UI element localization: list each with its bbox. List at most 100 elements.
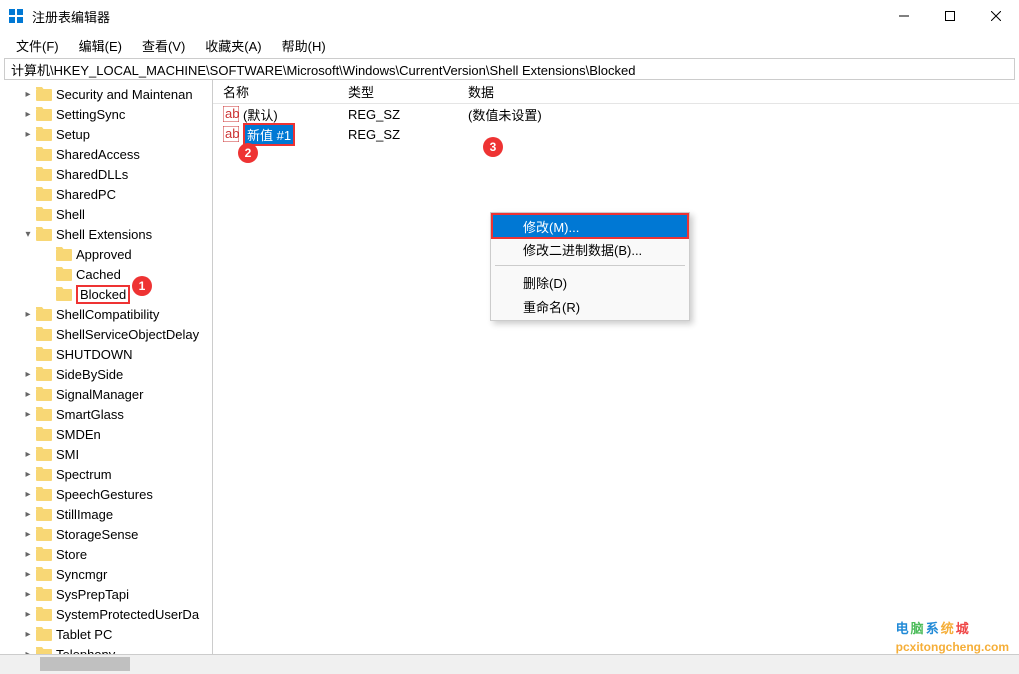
chevron-right-icon[interactable]: ▸ xyxy=(20,386,36,402)
menu-favorites[interactable]: 收藏夹(A) xyxy=(195,33,271,58)
chevron-down-icon[interactable]: ▾ xyxy=(20,226,36,242)
list-row[interactable]: (默认)REG_SZ(数值未设置) xyxy=(213,104,1019,124)
tree-item[interactable]: ▸SharedAccess xyxy=(0,144,212,164)
tree-item[interactable]: ▸SpeechGestures xyxy=(0,484,212,504)
tree-item[interactable]: ▸StillImage xyxy=(0,504,212,524)
tree-item[interactable]: ▸ShellServiceObjectDelay xyxy=(0,324,212,344)
chevron-right-icon[interactable]: ▸ xyxy=(20,86,36,102)
chevron-right-icon[interactable]: ▸ xyxy=(20,466,36,482)
menu-file[interactable]: 文件(F) xyxy=(6,33,69,58)
folder-icon xyxy=(56,267,72,281)
tree-item[interactable]: ▾Shell Extensions xyxy=(0,224,212,244)
tree-item[interactable]: ▸ Security and Maintenan xyxy=(0,84,212,104)
chevron-right-icon[interactable]: ▸ xyxy=(20,586,36,602)
chevron-right-icon[interactable]: ▸ xyxy=(20,306,36,322)
ctx-delete[interactable]: 删除(D) xyxy=(493,270,687,294)
tree-item[interactable]: ▸Shell xyxy=(0,204,212,224)
tree-item[interactable]: ▸Syncmgr xyxy=(0,564,212,584)
tree-item[interactable]: ▸SHUTDOWN xyxy=(0,344,212,364)
chevron-right-icon[interactable]: ▸ xyxy=(20,106,36,122)
col-header-data[interactable]: 数据 xyxy=(458,82,1019,101)
folder-icon xyxy=(36,167,52,181)
tree-item[interactable]: ▸Spectrum xyxy=(0,464,212,484)
tree-item-label: Cached xyxy=(76,267,121,282)
tree-item[interactable]: ▸SettingSync xyxy=(0,104,212,124)
chevron-right-icon[interactable]: ▸ xyxy=(20,126,36,142)
tree-item[interactable]: ▸ SideBySide xyxy=(0,364,212,384)
chevron-right-icon[interactable]: ▸ xyxy=(20,406,36,422)
folder-icon xyxy=(36,367,52,381)
menu-edit[interactable]: 编辑(E) xyxy=(69,33,132,58)
tree-item[interactable]: ▸ SmartGlass xyxy=(0,404,212,424)
tree-item[interactable]: ▸ShellCompatibility xyxy=(0,304,212,324)
value-data-cell: (数值未设置) xyxy=(458,105,1019,124)
rename-input[interactable]: 新值 #1 xyxy=(243,123,295,146)
chevron-right-icon[interactable]: ▸ xyxy=(20,566,36,582)
chevron-right-icon[interactable]: ▸ xyxy=(20,366,36,382)
tree-item[interactable]: ▸Setup xyxy=(0,124,212,144)
ctx-rename[interactable]: 重命名(R) xyxy=(493,294,687,318)
tree-item[interactable]: ▸Approved xyxy=(0,244,212,264)
tree-item-label: SystemProtectedUserDa xyxy=(56,607,199,622)
tree-item[interactable]: ▸SharedPC xyxy=(0,184,212,204)
ctx-modify[interactable]: 修改(M)... xyxy=(491,213,689,239)
menu-help[interactable]: 帮助(H) xyxy=(272,33,336,58)
tree-item[interactable]: ▸SMDEn xyxy=(0,424,212,444)
tree-item[interactable]: ▸SMI xyxy=(0,444,212,464)
tree-panel[interactable]: ▸ Security and Maintenan ▸SettingSync▸Setu… xyxy=(0,80,213,654)
folder-icon xyxy=(36,387,52,401)
menu-view[interactable]: 查看(V) xyxy=(132,33,195,58)
annotation-badge-3: 3 xyxy=(483,137,503,157)
tree-item-label: SignalManager xyxy=(56,387,143,402)
value-name-cell: (默认) xyxy=(213,105,338,124)
tree-item[interactable]: ▸ Store xyxy=(0,544,212,564)
address-bar[interactable]: 计算机\HKEY_LOCAL_MACHINE\SOFTWARE\Microsof… xyxy=(4,58,1015,80)
horizontal-scrollbar[interactable] xyxy=(0,655,213,673)
list-panel: 名称 类型 数据 (默认)REG_SZ(数值未设置)新值 #1REG_SZ 修改… xyxy=(213,80,1019,654)
tree-item[interactable]: ▸ SystemProtectedUserDa xyxy=(0,604,212,624)
folder-icon xyxy=(36,227,52,241)
chevron-right-icon[interactable]: ▸ xyxy=(20,606,36,622)
tree-item[interactable]: ▸Telephony xyxy=(0,644,212,654)
folder-icon xyxy=(36,547,52,561)
chevron-right-icon[interactable]: ▸ xyxy=(20,626,36,642)
tree-item[interactable]: ▸ SignalManager xyxy=(0,384,212,404)
folder-icon xyxy=(36,427,52,441)
maximize-button[interactable] xyxy=(927,0,973,32)
tree-item[interactable]: ▸Cached xyxy=(0,264,212,284)
tree-item-label: SmartGlass xyxy=(56,407,124,422)
chevron-right-icon[interactable]: ▸ xyxy=(20,646,36,654)
folder-icon xyxy=(56,247,72,261)
minimize-button[interactable] xyxy=(881,0,927,32)
folder-icon xyxy=(36,627,52,641)
folder-icon xyxy=(36,87,52,101)
tree-item-label: Security and Maintenan xyxy=(56,87,193,102)
col-header-name[interactable]: 名称 xyxy=(213,82,338,101)
watermark: 电脑系统城 pcxitongcheng.com xyxy=(896,612,1009,654)
tree-item[interactable]: ▸ Tablet PC xyxy=(0,624,212,644)
chevron-right-icon[interactable]: ▸ xyxy=(20,526,36,542)
tree-item[interactable]: ▸StorageSense xyxy=(0,524,212,544)
folder-icon xyxy=(36,607,52,621)
folder-icon xyxy=(36,107,52,121)
col-header-type[interactable]: 类型 xyxy=(338,82,458,101)
tree-item-label: Shell xyxy=(56,207,85,222)
status-bar xyxy=(0,654,1019,674)
chevron-right-icon[interactable]: ▸ xyxy=(20,446,36,462)
tree-item-label: Tablet PC xyxy=(56,627,112,642)
tree-item-label: SideBySide xyxy=(56,367,123,382)
tree-item[interactable]: ▸Blocked xyxy=(0,284,212,304)
scrollbar-thumb[interactable] xyxy=(40,657,130,671)
tree-item-label: Store xyxy=(56,547,87,562)
chevron-right-icon[interactable]: ▸ xyxy=(20,546,36,562)
chevron-right-icon[interactable]: ▸ xyxy=(20,486,36,502)
list-row[interactable]: 新值 #1REG_SZ xyxy=(213,124,1019,144)
folder-icon xyxy=(36,147,52,161)
tree-item[interactable]: ▸SharedDLLs xyxy=(0,164,212,184)
annotation-badge-1: 1 xyxy=(132,276,152,296)
ctx-modify-binary[interactable]: 修改二进制数据(B)... xyxy=(493,237,687,261)
folder-icon xyxy=(36,587,52,601)
tree-item[interactable]: ▸SysPrepTapi xyxy=(0,584,212,604)
chevron-right-icon[interactable]: ▸ xyxy=(20,506,36,522)
close-button[interactable] xyxy=(973,0,1019,32)
